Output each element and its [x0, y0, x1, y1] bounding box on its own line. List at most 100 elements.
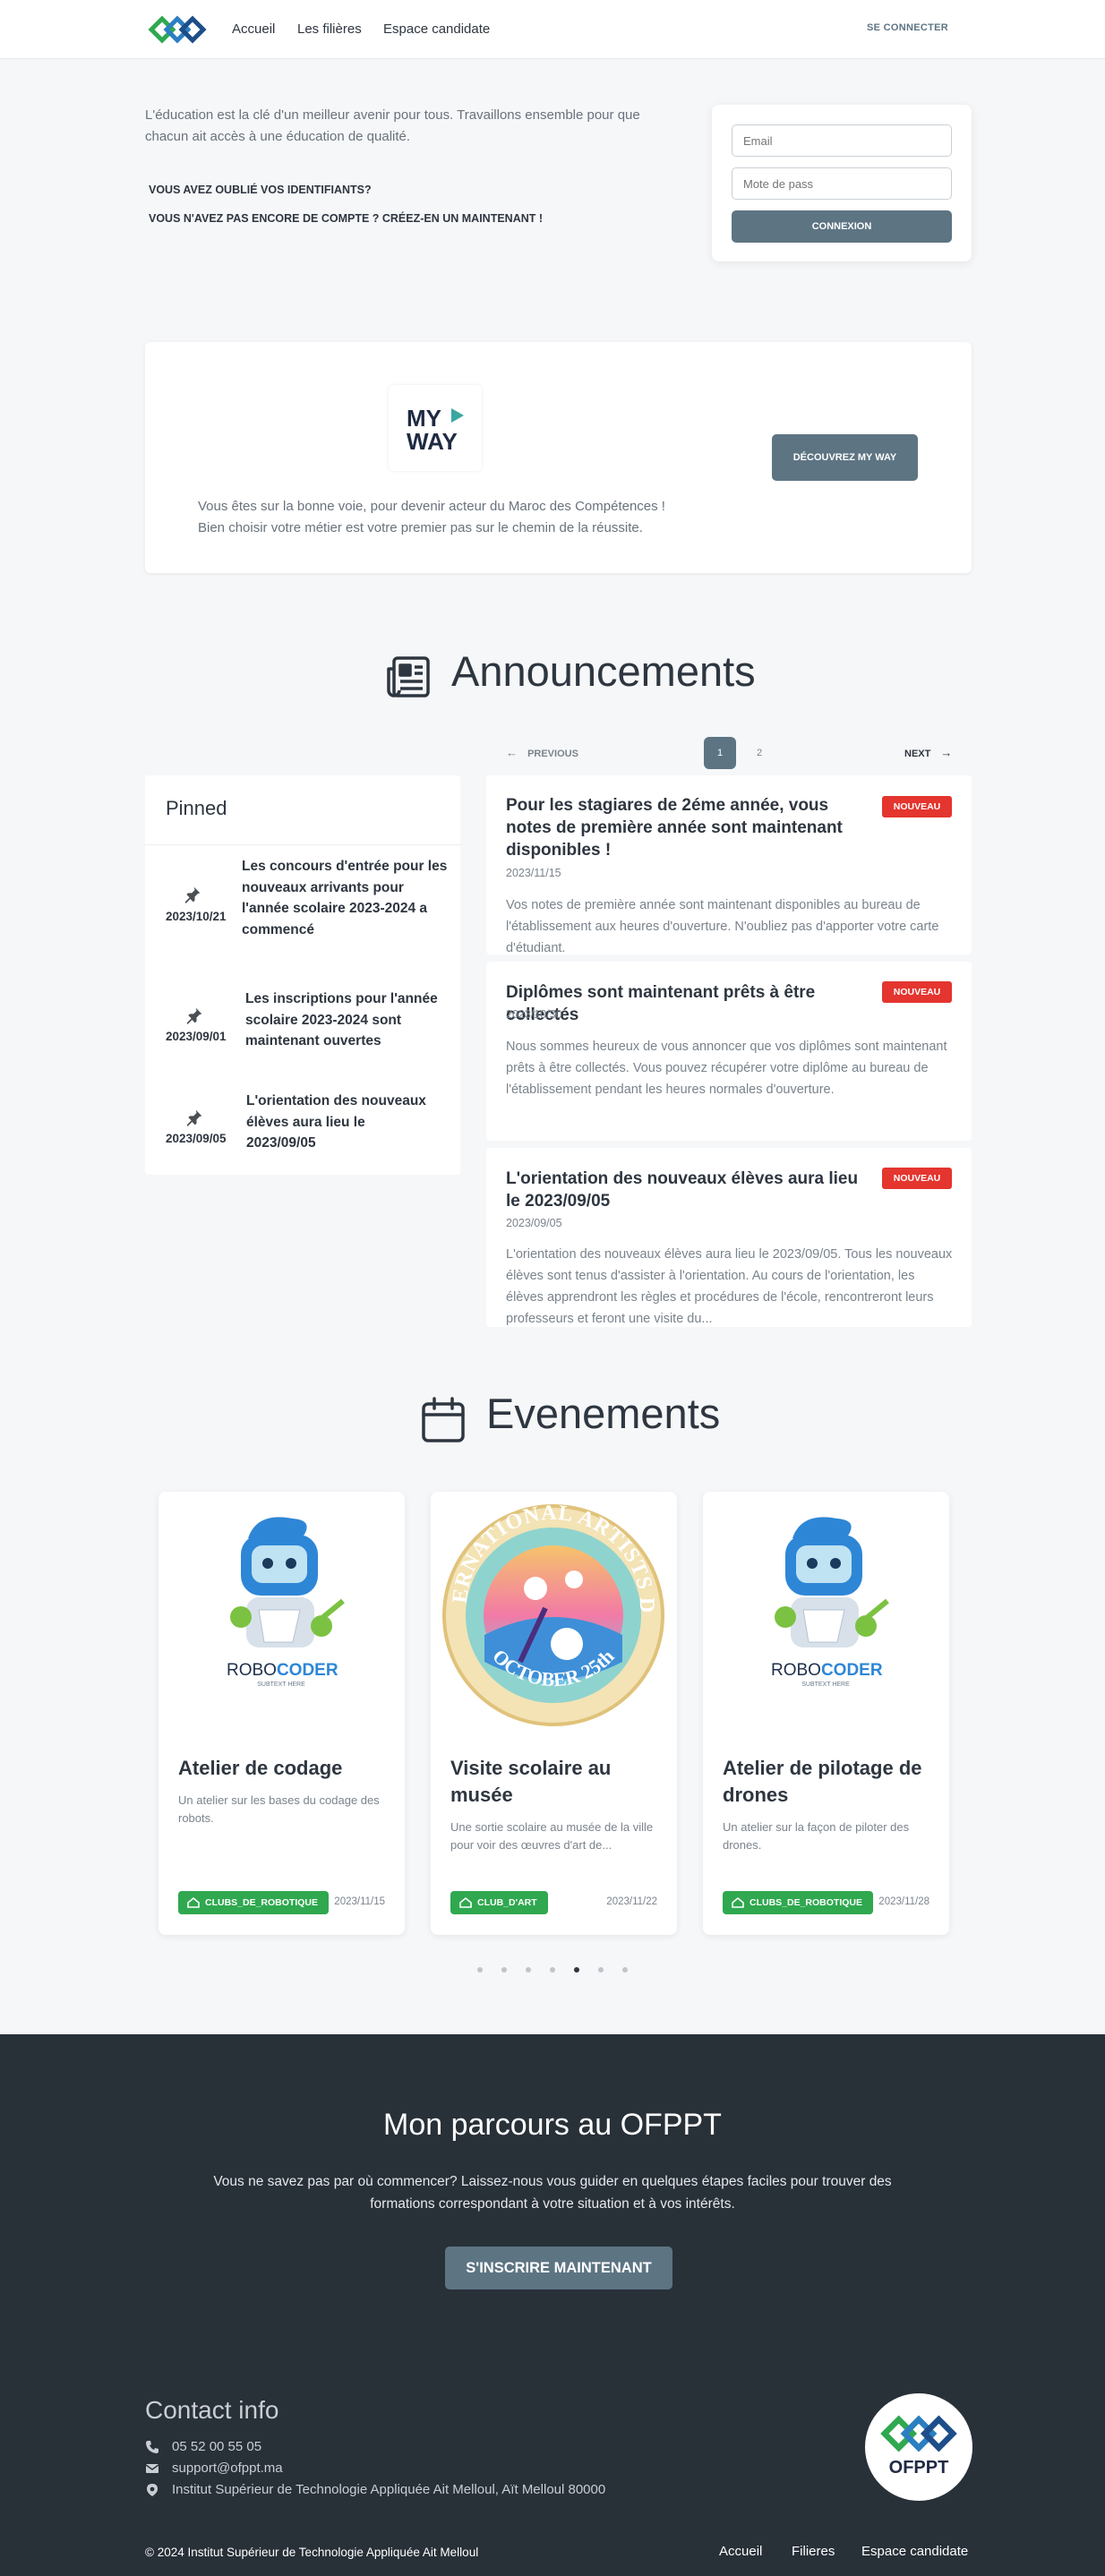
carousel-dot[interactable]	[550, 1967, 555, 1973]
footer-link-filieres[interactable]: Filieres	[792, 2544, 835, 2559]
event-date: 2023/11/22	[606, 1896, 657, 1907]
ofppt-logo-mark	[880, 2415, 957, 2452]
event-card[interactable]: ROBOCODER SUBTEXT HERE Atelier de codage…	[158, 1492, 405, 1935]
new-badge: NOUVEAU	[882, 1168, 952, 1189]
ofppt-logo-text: OFPPT	[888, 2458, 949, 2478]
event-card[interactable]: INTERNATIONAL ARTISTS DAY OCTOBER 25th V…	[431, 1492, 677, 1935]
myway-text: Vous êtes sur la bonne voie, pour deveni…	[198, 496, 735, 539]
pinned-item[interactable]: 2023/10/21 Les concours d'entrée pour le…	[145, 856, 460, 954]
pinned-date: 2023/09/01	[166, 1030, 227, 1043]
parcours-title: Mon parcours au OFPPT	[383, 2108, 722, 2142]
newspaper-icon	[387, 656, 430, 697]
event-date: 2023/11/15	[334, 1896, 385, 1907]
artists-day-image: INTERNATIONAL ARTISTS DAY OCTOBER 25th	[431, 1492, 664, 1726]
ofppt-footer-logo: OFPPT	[865, 2393, 972, 2501]
copyright: © 2024 Institut Supérieur de Technologie…	[145, 2546, 479, 2559]
nav-filieres[interactable]: Les filières	[297, 21, 362, 37]
announcement-card[interactable]: Diplômes sont maintenant prêts à être co…	[486, 962, 972, 1141]
myway-line-1: Vous êtes sur la bonne voie, pour deveni…	[198, 499, 665, 514]
myway-logo-way: WAY	[407, 428, 458, 455]
contact-title: Contact info	[145, 2396, 279, 2424]
club-icon	[187, 1896, 200, 1908]
phone-icon	[146, 2441, 158, 2453]
events-title: Evenements	[486, 1390, 721, 1437]
pinned-item[interactable]: 2023/09/05 L'orientation des nouveaux él…	[145, 1091, 460, 1162]
pinned-text: Les concours d'entrée pour les nouveaux …	[242, 859, 448, 937]
carousel-dot[interactable]	[622, 1967, 628, 1973]
signup-button[interactable]: S'INSCRIRE MAINTENANT	[445, 2247, 672, 2289]
forgot-credentials-link[interactable]: VOUS AVEZ OUBLIÉ VOS IDENTIFIANTS?	[149, 184, 372, 196]
announcement-date: 2023/11/15	[506, 867, 561, 879]
event-tag-label: CLUBS_DE_ROBOTIQUE	[205, 1897, 319, 1908]
previous-label: PREVIOUS	[527, 749, 578, 759]
event-tag[interactable]: CLUBS_DE_ROBOTIQUE	[723, 1891, 874, 1914]
page-2-button[interactable]: 2	[743, 737, 775, 769]
robocoder-image: ROBOCODER SUBTEXT HERE	[227, 1517, 345, 1688]
page-1-button[interactable]: 1	[704, 737, 736, 769]
announcement-body: L'orientation des nouveaux élèves aura l…	[506, 1247, 953, 1326]
announcement-date: 2023/09/05	[506, 1217, 562, 1229]
carousel-dot[interactable]	[526, 1967, 531, 1973]
phone-text: 05 52 00 55 05	[172, 2439, 262, 2454]
login-button[interactable]: CONNEXION	[732, 210, 952, 243]
carousel-dot[interactable]	[477, 1967, 483, 1973]
next-button[interactable]: NEXT →	[904, 746, 952, 759]
announcement-body: Nous sommes heureux de vous annoncer que…	[506, 1040, 947, 1097]
nav-accueil[interactable]: Accueil	[232, 21, 275, 37]
arrow-icon	[451, 408, 464, 423]
event-card[interactable]: ROBOCODER SUBTEXT HERE Atelier de pilota…	[703, 1492, 949, 1935]
pinned-panel: Pinned 2023/10/21 Les concours d'entrée …	[145, 775, 460, 1175]
pinned-item[interactable]: 2023/09/01 Les inscriptions pour l'année…	[145, 988, 460, 1060]
arrow-right-icon: →	[940, 746, 953, 759]
footer-link-accueil[interactable]: Accueil	[719, 2544, 762, 2559]
location-icon	[147, 2484, 158, 2496]
nav-espace-candidate[interactable]: Espace candidate	[383, 21, 490, 37]
signin-link[interactable]: SE CONNECTER	[867, 22, 948, 33]
event-title: Visite scolaire au musée	[450, 1757, 612, 1806]
arrow-left-icon: ←	[506, 746, 518, 759]
announcement-title: L'orientation des nouveaux élèves aura l…	[506, 1169, 859, 1211]
pin-icon	[186, 1007, 202, 1024]
robocoder-image: ROBOCODER SUBTEXT HERE	[771, 1517, 889, 1688]
myway-banner: MY WAY DÉCOUVREZ MY WAY Vous êtes sur la…	[145, 342, 972, 573]
carousel-dot[interactable]	[501, 1967, 507, 1973]
intro-text: L'éducation est la clé d'un meilleur ave…	[145, 107, 640, 144]
announcements-title: Announcements	[451, 647, 756, 695]
carousel-dot[interactable]	[574, 1967, 579, 1973]
robocoder-subtext: SUBTEXT HERE	[257, 1682, 305, 1688]
address-text: Institut Supérieur de Technologie Appliq…	[172, 2482, 606, 2497]
password-field[interactable]	[732, 167, 952, 200]
event-tag[interactable]: CLUBS_DE_ROBOTIQUE	[178, 1891, 330, 1914]
event-desc: Un atelier sur les bases du codage des r…	[178, 1793, 380, 1825]
announcement-card[interactable]: L'orientation des nouveaux élèves aura l…	[486, 1148, 972, 1327]
announcement-body: Vos notes de première année sont mainten…	[506, 898, 939, 954]
event-tag[interactable]: CLUB_D'ART	[450, 1891, 548, 1914]
login-card: CONNEXION	[712, 105, 972, 261]
robocoder-brand: ROBOCODER	[771, 1661, 883, 1680]
parcours-text: Vous ne savez pas par où commencer? Lais…	[213, 2174, 892, 2212]
ofppt-logo[interactable]	[148, 13, 207, 47]
mail-icon	[145, 2464, 159, 2473]
announcement-title: Pour les stagiares de 2éme année, vous n…	[506, 796, 843, 860]
pin-icon	[184, 886, 201, 903]
club-icon	[459, 1896, 472, 1908]
discover-myway-button[interactable]: DÉCOUVREZ MY WAY	[772, 434, 918, 481]
event-date: 2023/11/28	[878, 1896, 929, 1907]
event-desc: Une sortie scolaire au musée de la ville…	[450, 1820, 654, 1852]
event-title: Atelier de pilotage de drones	[723, 1757, 922, 1806]
footer-link-espace-candidate[interactable]: Espace candidate	[861, 2544, 968, 2559]
club-icon	[732, 1896, 744, 1908]
pinned-text: L'orientation des nouveaux élèves aura l…	[246, 1093, 426, 1151]
next-label: NEXT	[904, 749, 931, 759]
email-text: support@ofppt.ma	[172, 2460, 283, 2476]
divider	[145, 844, 460, 845]
event-tag-label: CLUB_D'ART	[477, 1897, 537, 1908]
email-field[interactable]	[732, 124, 952, 157]
previous-button[interactable]: ← PREVIOUS	[506, 746, 578, 759]
create-account-link[interactable]: VOUS N'AVEZ PAS ENCORE DE COMPTE ? CRÉEZ…	[149, 212, 543, 225]
announcement-card[interactable]: Pour les stagiares de 2éme année, vous n…	[486, 775, 972, 954]
pinned-date: 2023/10/21	[166, 910, 227, 923]
event-tag-label: CLUBS_DE_ROBOTIQUE	[750, 1897, 863, 1908]
announcement-date: 2023/10/30	[506, 1008, 562, 1021]
carousel-dot[interactable]	[598, 1967, 604, 1973]
